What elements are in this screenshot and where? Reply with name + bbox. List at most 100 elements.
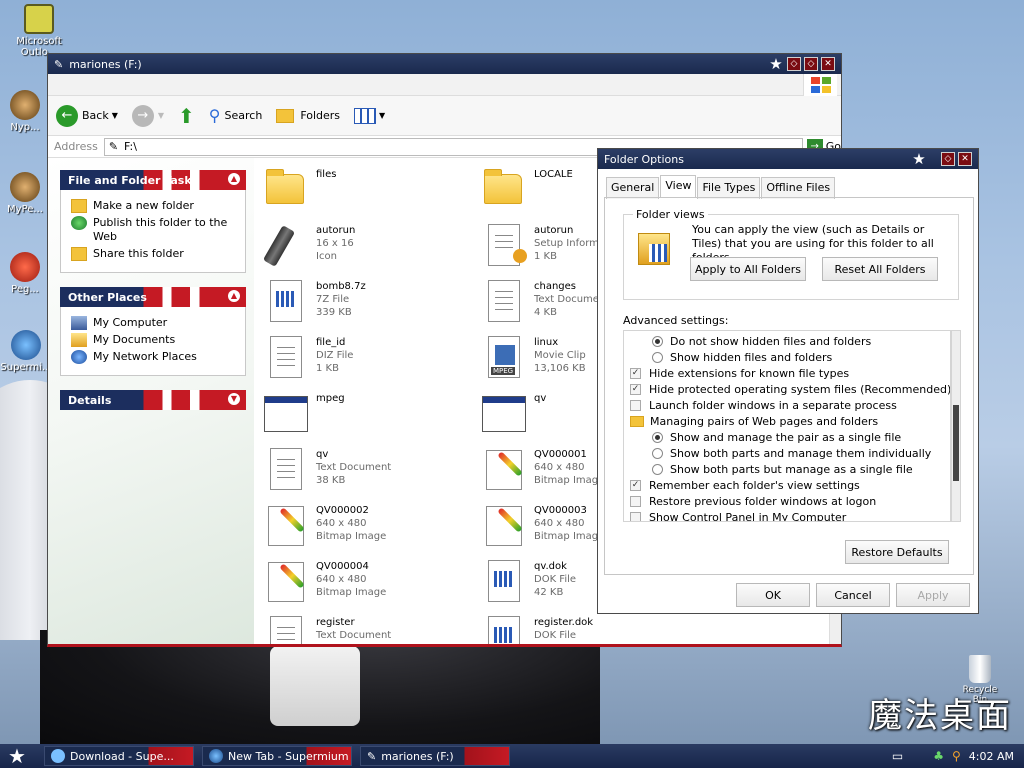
folders-button[interactable]: Folders xyxy=(276,108,340,123)
file-type: Text Document xyxy=(316,630,392,641)
expand-icon[interactable]: ▼ xyxy=(228,393,240,405)
desktop-icon-nyp[interactable]: Nyp... xyxy=(0,90,50,133)
task-make-new-folder[interactable]: Make a new folder xyxy=(71,199,239,213)
standard-toolbar: ← Back ▼ → ▼ ⬆ ⚲ Search Folders ▼ xyxy=(48,96,841,136)
apply-button[interactable]: Apply xyxy=(896,583,970,607)
search-tray-icon[interactable]: ⚲ xyxy=(952,749,961,763)
reset-all-folders-button[interactable]: Reset All Folders xyxy=(822,257,938,281)
address-value: F:\ xyxy=(124,140,137,153)
file-type: 16 x 16 xyxy=(316,238,354,249)
task-publish-folder[interactable]: Publish this folder to the Web xyxy=(71,216,239,244)
setting-row[interactable]: ✓ Remember each folder's view settings xyxy=(630,477,860,493)
advanced-settings-label: Advanced settings: xyxy=(623,314,729,327)
advanced-settings-list[interactable]: Do not show hidden files and folders Show… xyxy=(623,330,951,522)
radio-button[interactable] xyxy=(652,351,663,363)
desktop-icon-peg[interactable]: Peg... xyxy=(0,252,50,295)
file-icon-wrap xyxy=(262,558,310,606)
back-button[interactable]: ← Back ▼ xyxy=(56,104,118,127)
checkbox[interactable]: ✓ xyxy=(630,367,641,379)
search-button[interactable]: ⚲ Search xyxy=(209,106,263,125)
movie-clip-icon: MPEG xyxy=(488,336,520,378)
help-button[interactable]: ◇ xyxy=(941,152,955,166)
setting-label: Show both parts but manage as a single f… xyxy=(670,462,913,476)
network-tray-icon[interactable]: ♣ xyxy=(933,749,944,763)
setting-row[interactable]: Show both parts and manage them individu… xyxy=(652,445,931,461)
explorer-titlebar[interactable]: ✎ mariones (F:) ★ ◇ ◇ ✕ xyxy=(48,54,841,74)
setting-row[interactable]: Managing pairs of Web pages and folders xyxy=(630,413,878,429)
checkbox[interactable] xyxy=(630,495,641,507)
tab-view[interactable]: View xyxy=(660,175,697,197)
file-item[interactable]: register.dok DOK File xyxy=(480,614,700,644)
tab-file-types[interactable]: File Types xyxy=(697,177,761,199)
other-places-header[interactable]: Other Places ▲ xyxy=(60,287,246,307)
desktop-icon-mype[interactable]: MyPe... xyxy=(0,172,50,215)
advanced-settings-scrollbar[interactable] xyxy=(951,330,961,522)
tab-general[interactable]: General xyxy=(606,177,660,199)
start-button[interactable]: ★ xyxy=(0,744,34,768)
keyboard-icon[interactable]: ▭ xyxy=(892,749,903,763)
file-item[interactable]: qv Text Document 38 KB xyxy=(262,446,482,496)
details-header[interactable]: Details ▼ xyxy=(60,390,246,410)
collapse-icon[interactable]: ▲ xyxy=(228,173,240,185)
file-item[interactable]: register Text Document xyxy=(262,614,482,644)
views-button[interactable]: ▼ xyxy=(354,107,385,124)
setting-row[interactable]: Show Control Panel in My Computer xyxy=(630,509,846,521)
radio-button[interactable] xyxy=(652,431,663,443)
ok-button[interactable]: OK xyxy=(736,583,810,607)
setting-row[interactable]: ✓ Hide protected operating system files (… xyxy=(630,381,950,397)
checkbox[interactable]: ✓ xyxy=(630,383,641,395)
close-button[interactable]: ✕ xyxy=(821,57,835,71)
minimize-button[interactable]: ◇ xyxy=(787,57,801,71)
file-item[interactable]: mpeg xyxy=(262,390,482,440)
setting-row[interactable]: Restore previous folder windows at logon xyxy=(630,493,876,509)
close-button[interactable]: ✕ xyxy=(958,152,972,166)
back-label: Back xyxy=(82,109,109,122)
restore-defaults-button[interactable]: Restore Defaults xyxy=(845,540,949,564)
taskbar-item-download[interactable]: Download - Supe... xyxy=(44,746,194,766)
place-my-network[interactable]: My Network Places xyxy=(71,350,239,364)
folder-options-dialog[interactable]: Folder Options ★ ◇ ✕ General View File T… xyxy=(597,148,979,614)
file-item[interactable]: QV000002 640 x 480 Bitmap Image xyxy=(262,502,482,552)
file-item[interactable]: file_id DIZ File 1 KB xyxy=(262,334,482,384)
file-item[interactable]: QV000004 640 x 480 Bitmap Image xyxy=(262,558,482,608)
file-item[interactable]: files xyxy=(262,166,482,216)
file-item[interactable]: autorun 16 x 16 Icon xyxy=(262,222,482,272)
back-arrow-icon: ← xyxy=(56,104,78,127)
setting-row[interactable]: Show hidden files and folders xyxy=(652,349,832,365)
maximize-button[interactable]: ◇ xyxy=(804,57,818,71)
radio-button[interactable] xyxy=(652,335,663,347)
collapse-icon[interactable]: ▲ xyxy=(228,290,240,302)
task-share-folder[interactable]: Share this folder xyxy=(71,247,239,261)
radio-button[interactable] xyxy=(652,447,663,459)
checkbox[interactable]: ✓ xyxy=(630,479,641,491)
radio-button[interactable] xyxy=(652,463,663,475)
checkbox[interactable] xyxy=(630,399,641,411)
document-grid-icon xyxy=(488,616,520,644)
forward-button[interactable]: → ▼ xyxy=(131,104,164,127)
apply-to-all-folders-button[interactable]: Apply to All Folders xyxy=(690,257,806,281)
taskbar-item-new-tab[interactable]: New Tab - Supermium xyxy=(202,746,352,766)
desktop-icon-supermium[interactable]: Supermi... xyxy=(0,330,52,373)
taskbar-item-explorer[interactable]: ✎ mariones (F:) xyxy=(360,746,510,766)
file-folder-tasks-header[interactable]: File and Folder Tasks ▲ xyxy=(60,170,246,190)
place-my-computer[interactable]: My Computer xyxy=(71,316,239,330)
clock[interactable]: 4:02 AM xyxy=(969,750,1014,763)
dialog-titlebar[interactable]: Folder Options ★ ◇ ✕ xyxy=(598,149,978,169)
outlook-icon xyxy=(24,4,54,34)
place-my-documents[interactable]: My Documents xyxy=(71,333,239,347)
bitmap-image-icon xyxy=(268,506,305,546)
tab-offline-files[interactable]: Offline Files xyxy=(761,177,836,199)
setting-row[interactable]: Launch folder windows in a separate proc… xyxy=(630,397,897,413)
scrollbar-thumb[interactable] xyxy=(953,405,959,481)
desktop-icon-outlook[interactable]: Microsoft Outlo... xyxy=(4,4,74,58)
up-button[interactable]: ⬆ xyxy=(178,104,195,128)
browser-icon xyxy=(11,330,41,360)
setting-row[interactable]: Show and manage the pair as a single fil… xyxy=(652,429,901,445)
checkbox[interactable] xyxy=(630,511,641,521)
cancel-button[interactable]: Cancel xyxy=(816,583,890,607)
file-item[interactable]: bomb8.7z 7Z File 339 KB xyxy=(262,278,482,328)
setting-row[interactable]: Show both parts but manage as a single f… xyxy=(652,461,913,477)
setting-row[interactable]: Do not show hidden files and folders xyxy=(652,333,871,349)
setting-row[interactable]: ✓ Hide extensions for known file types xyxy=(630,365,849,381)
file-size: 42 KB xyxy=(534,587,564,598)
